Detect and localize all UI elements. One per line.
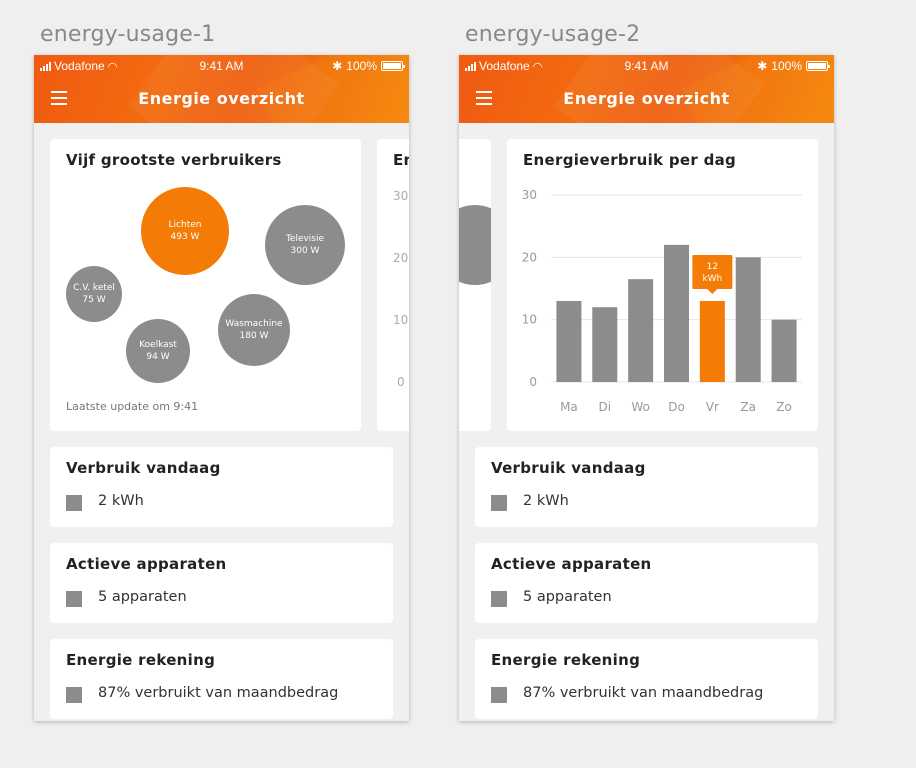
stat-square-icon xyxy=(491,687,507,703)
bubble-partial xyxy=(459,205,491,285)
stat-title: Energie rekening xyxy=(66,651,216,669)
prev-card-peek[interactable] xyxy=(459,139,491,431)
stat-square-icon xyxy=(66,591,82,607)
bubble-name: Televisie xyxy=(285,234,325,244)
axis-tick: 30 xyxy=(393,189,409,203)
stat-value: 87% verbruikt van maandbedrag xyxy=(98,685,339,701)
bubble-name: Koelkast xyxy=(139,340,177,350)
battery-label: 100% xyxy=(346,59,377,73)
bubble-value: 300 W xyxy=(290,246,320,256)
stat-title: Actieve apparaten xyxy=(491,555,652,573)
bubble-wasmachine[interactable]: Wasmachine 180 W xyxy=(218,294,290,366)
stat-title: Verbruik vandaag xyxy=(66,459,221,477)
tooltip-arrow xyxy=(707,288,718,294)
x-tick-label: Do xyxy=(668,400,685,414)
status-bar: Vodafone ◠ 9:41 AM ✱ 100% xyxy=(34,55,409,77)
y-tick-label: 20 xyxy=(522,250,537,264)
stat-value: 2 kWh xyxy=(523,493,569,509)
page-title: Energie overzicht xyxy=(563,89,730,108)
stat-card-energy-bill[interactable]: Energie rekening 87% verbruikt van maand… xyxy=(475,639,818,719)
next-card-peek[interactable]: En 30 20 10 0 xyxy=(377,139,409,431)
stat-square-icon xyxy=(66,495,82,511)
page-title: Energie overzicht xyxy=(138,89,305,108)
stat-card-usage-today[interactable]: Verbruik vandaag 2 kWh xyxy=(50,447,393,527)
x-tick-label: Zo xyxy=(776,400,792,414)
stat-square-icon xyxy=(491,495,507,511)
stat-card-energy-bill[interactable]: Energie rekening 87% verbruikt van maand… xyxy=(50,639,393,719)
bubble-name: C.V. ketel xyxy=(73,283,115,293)
stat-value: 87% verbruikt van maandbedrag xyxy=(523,685,764,701)
battery-icon xyxy=(806,61,830,71)
consumers-card[interactable]: Vijf grootste verbruikers Lichten 493 W … xyxy=(50,139,361,431)
tooltip-value: 12 xyxy=(707,262,718,272)
phone-screen-1: Vodafone ◠ 9:41 AM ✱ 100% Energie overzi… xyxy=(34,55,409,721)
x-tick-label: Di xyxy=(598,400,611,414)
x-tick-label: Za xyxy=(740,400,756,414)
stat-card-active-devices[interactable]: Actieve apparaten 5 apparaten xyxy=(50,543,393,623)
stat-square-icon xyxy=(491,591,507,607)
bar-vr[interactable] xyxy=(699,300,725,382)
bar-chart: 30 20 10 0 Ma Di Wo Do Vr Za Zo 12 kWh xyxy=(522,188,802,414)
bubble-televisie[interactable]: Televisie 300 W xyxy=(265,205,345,285)
tooltip-unit: kWh xyxy=(702,274,722,284)
bar-di[interactable] xyxy=(592,307,618,382)
bubble-koelkast[interactable]: Koelkast 94 W xyxy=(126,319,190,383)
daily-usage-card[interactable]: Energieverbruik per dag 30 20 10 0 Ma Di Wo Do V… xyxy=(507,139,818,431)
phone-screen-2: Vodafone ◠ 9:41 AM ✱ 100% Energie overzi… xyxy=(459,55,834,721)
axis-tick: 20 xyxy=(393,251,409,265)
nav-bar: Energie overzicht xyxy=(34,77,409,123)
y-tick-label: 30 xyxy=(522,188,537,202)
bubble-lichten[interactable]: Lichten 493 W xyxy=(141,187,229,275)
bubble-value: 493 W xyxy=(170,232,200,242)
x-tick-label: Vr xyxy=(706,400,719,414)
axis-tick: 10 xyxy=(393,313,409,327)
bar-za[interactable] xyxy=(735,257,761,382)
stat-square-icon xyxy=(66,687,82,703)
stat-value: 2 kWh xyxy=(98,493,144,509)
stat-title: Actieve apparaten xyxy=(66,555,227,573)
artboard-label-2: energy-usage-2 xyxy=(465,22,641,47)
y-tick-label: 10 xyxy=(522,313,537,327)
x-tick-label: Ma xyxy=(560,400,578,414)
bubble-value: 75 W xyxy=(82,295,106,305)
status-bar: Vodafone ◠ 9:41 AM ✱ 100% xyxy=(459,55,834,77)
card-title-partial: En xyxy=(393,151,409,169)
card-title: Vijf grootste verbruikers xyxy=(66,151,282,169)
stat-title: Energie rekening xyxy=(491,651,641,669)
app-header: Vodafone ◠ 9:41 AM ✱ 100% Energie overzi… xyxy=(459,55,834,123)
bubble-value: 94 W xyxy=(146,352,170,362)
bubble-value: 180 W xyxy=(239,331,269,341)
bar-do[interactable] xyxy=(664,244,689,382)
bar-ma[interactable] xyxy=(556,300,582,382)
y-tick-label: 0 xyxy=(529,375,537,389)
bubble-cv-ketel[interactable]: C.V. ketel 75 W xyxy=(66,266,122,322)
bluetooth-icon: ✱ xyxy=(332,59,343,73)
last-update-text: Laatste update om 9:41 xyxy=(66,400,199,413)
bar-wo[interactable] xyxy=(628,279,654,382)
battery-icon xyxy=(381,61,405,71)
bar-zo[interactable] xyxy=(771,319,797,382)
app-header: Vodafone ◠ 9:41 AM ✱ 100% Energie overzi… xyxy=(34,55,409,123)
nav-bar: Energie overzicht xyxy=(459,77,834,123)
battery-label: 100% xyxy=(771,59,802,73)
stat-value: 5 apparaten xyxy=(98,589,187,605)
stat-card-active-devices[interactable]: Actieve apparaten 5 apparaten xyxy=(475,543,818,623)
bluetooth-icon: ✱ xyxy=(757,59,768,73)
artboard-label-1: energy-usage-1 xyxy=(40,22,216,47)
stat-title: Verbruik vandaag xyxy=(491,459,646,477)
x-tick-label: Wo xyxy=(631,400,650,414)
bubble-name: Wasmachine xyxy=(225,319,283,329)
stat-card-usage-today[interactable]: Verbruik vandaag 2 kWh xyxy=(475,447,818,527)
bubble-name: Lichten xyxy=(168,220,202,230)
stat-value: 5 apparaten xyxy=(523,589,612,605)
axis-tick: 0 xyxy=(397,375,405,389)
